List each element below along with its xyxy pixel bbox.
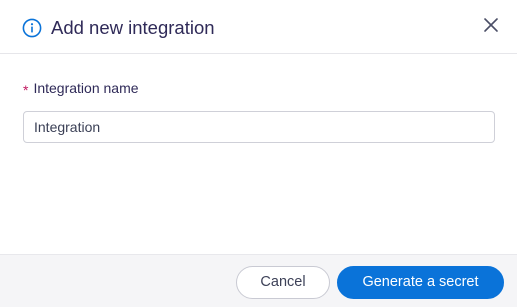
cancel-button[interactable]: Cancel <box>236 266 330 299</box>
dialog-footer: Cancel Generate a secret <box>0 254 517 307</box>
generate-secret-button[interactable]: Generate a secret <box>337 266 504 299</box>
dialog-header: Add new integration <box>0 0 517 54</box>
add-integration-dialog: Add new integration *Integration name Ca… <box>0 0 517 307</box>
required-marker: * <box>23 82 29 98</box>
integration-name-label: * Integration name <box>23 79 139 98</box>
close-icon[interactable] <box>482 16 500 34</box>
info-icon <box>22 18 42 38</box>
dialog-title: Add new integration <box>51 17 215 38</box>
dialog-body: * Integration name <box>0 54 517 254</box>
integration-name-input[interactable] <box>23 111 495 143</box>
integration-name-label-text: Integration name <box>33 80 139 96</box>
